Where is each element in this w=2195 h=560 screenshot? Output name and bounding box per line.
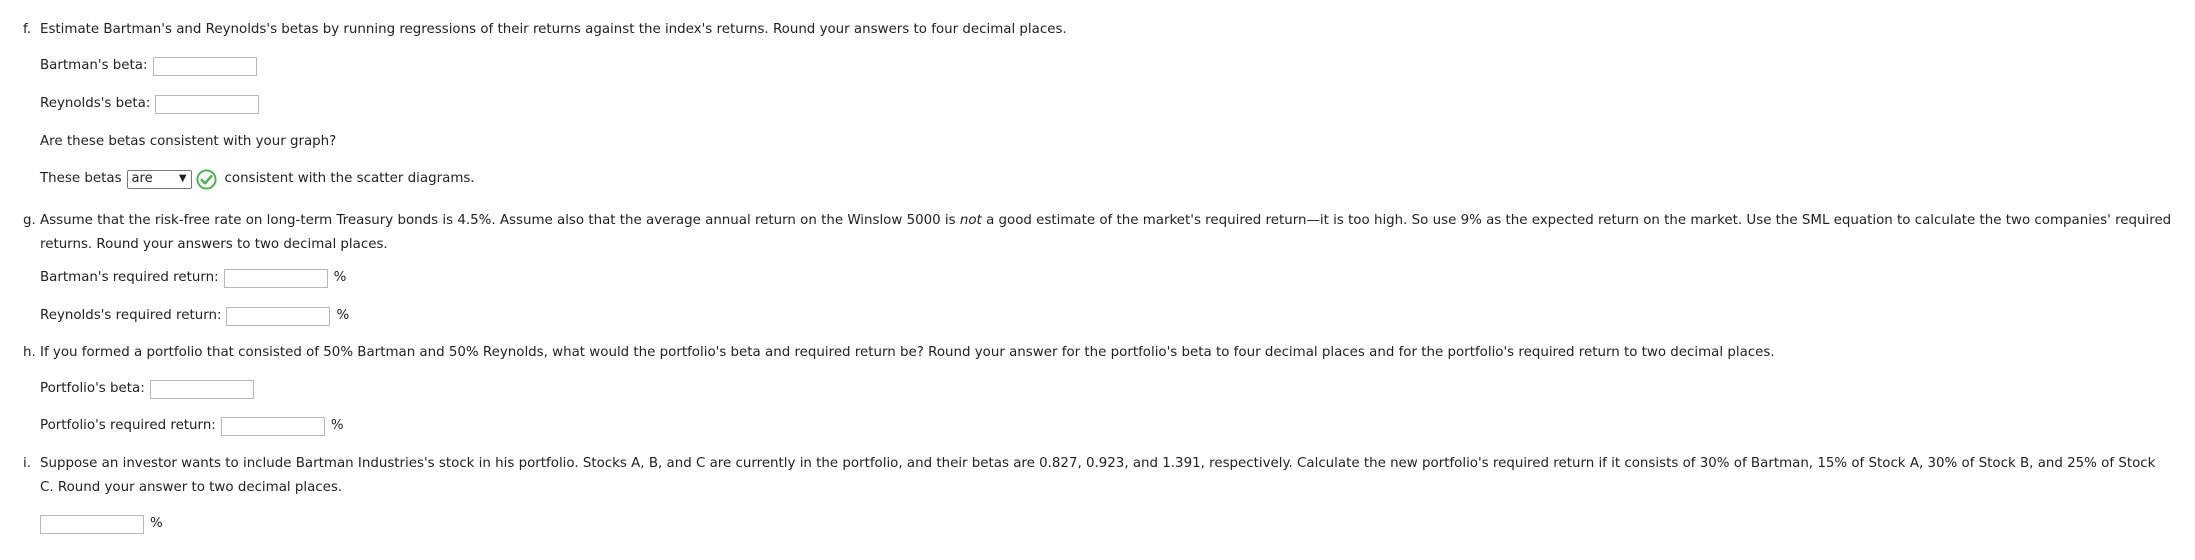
- question-letter: h.: [23, 345, 36, 360]
- betas-consistency-row: These betas are ▼ consistent with the sc…: [40, 167, 475, 191]
- bartman-return-input[interactable]: [223, 268, 328, 288]
- reynolds-beta-row: Reynolds's beta:: [40, 92, 260, 116]
- portfolio-beta-row: Portfolio's beta:: [40, 377, 254, 401]
- consistency-select-value: are: [131, 171, 153, 186]
- reynolds-beta-input[interactable]: [155, 94, 260, 114]
- bartman-return-row: Bartman's required return: %: [40, 266, 346, 290]
- question-text-part: a good estimate of the market's required…: [981, 213, 2172, 228]
- portfolio-return-row: Portfolio's required return: %: [40, 414, 344, 438]
- portfolio-return-label: Portfolio's required return:: [40, 418, 216, 433]
- question-text: If you formed a portfolio that consisted…: [40, 345, 1775, 360]
- question-text-line2: returns. Round your answers to two decim…: [40, 237, 388, 252]
- chevron-down-icon: ▼: [178, 173, 187, 184]
- correct-check-icon: [196, 168, 217, 190]
- reynolds-return-input[interactable]: [226, 306, 331, 326]
- percent-unit: %: [150, 516, 163, 531]
- bartman-return-label: Bartman's required return:: [40, 270, 219, 285]
- question-h: h. If you formed a portfolio that consis…: [23, 341, 2188, 365]
- reynolds-return-label: Reynolds's required return:: [40, 308, 222, 323]
- portfolio-beta-label: Portfolio's beta:: [40, 381, 145, 396]
- question-letter: f.: [23, 22, 31, 37]
- bartman-beta-input[interactable]: [152, 56, 257, 76]
- question-text: Estimate Bartman's and Reynolds's betas …: [40, 22, 1067, 37]
- betas-suffix: consistent with the scatter diagrams.: [224, 171, 475, 186]
- new-portfolio-return-row: %: [40, 512, 163, 536]
- question-text: Assume that the risk-free rate on long-t…: [40, 209, 2188, 257]
- reynolds-return-row: Reynolds's required return: %: [40, 304, 349, 328]
- consistency-question: Are these betas consistent with your gra…: [40, 130, 336, 154]
- question-text-line2: C. Round your answer to two decimal plac…: [40, 480, 343, 495]
- question-letter: i.: [23, 456, 31, 471]
- question-text: Suppose an investor wants to include Bar…: [40, 452, 2188, 500]
- portfolio-return-input[interactable]: [220, 416, 325, 436]
- consistency-question-text: Are these betas consistent with your gra…: [40, 134, 337, 149]
- question-emphasis: not: [959, 213, 982, 228]
- question-text-line1: Suppose an investor wants to include Bar…: [40, 456, 2156, 471]
- percent-unit: %: [333, 270, 347, 285]
- portfolio-beta-input[interactable]: [149, 379, 254, 399]
- reynolds-beta-label: Reynolds's beta:: [40, 96, 151, 111]
- consistency-select[interactable]: are ▼: [126, 169, 192, 189]
- bartman-beta-label: Bartman's beta:: [40, 58, 148, 73]
- question-text-part: Assume that the risk-free rate on long-t…: [40, 213, 960, 228]
- betas-prefix: These betas: [40, 171, 122, 186]
- bartman-beta-row: Bartman's beta:: [40, 54, 257, 78]
- percent-unit: %: [330, 418, 344, 433]
- question-i: i. Suppose an investor wants to include …: [23, 452, 2188, 500]
- percent-unit: %: [336, 308, 350, 323]
- question-g: g. Assume that the risk-free rate on lon…: [23, 209, 2188, 257]
- question-f: f. Estimate Bartman's and Reynolds's bet…: [23, 18, 2188, 42]
- new-portfolio-return-input[interactable]: [40, 514, 144, 534]
- question-letter: g.: [23, 213, 36, 228]
